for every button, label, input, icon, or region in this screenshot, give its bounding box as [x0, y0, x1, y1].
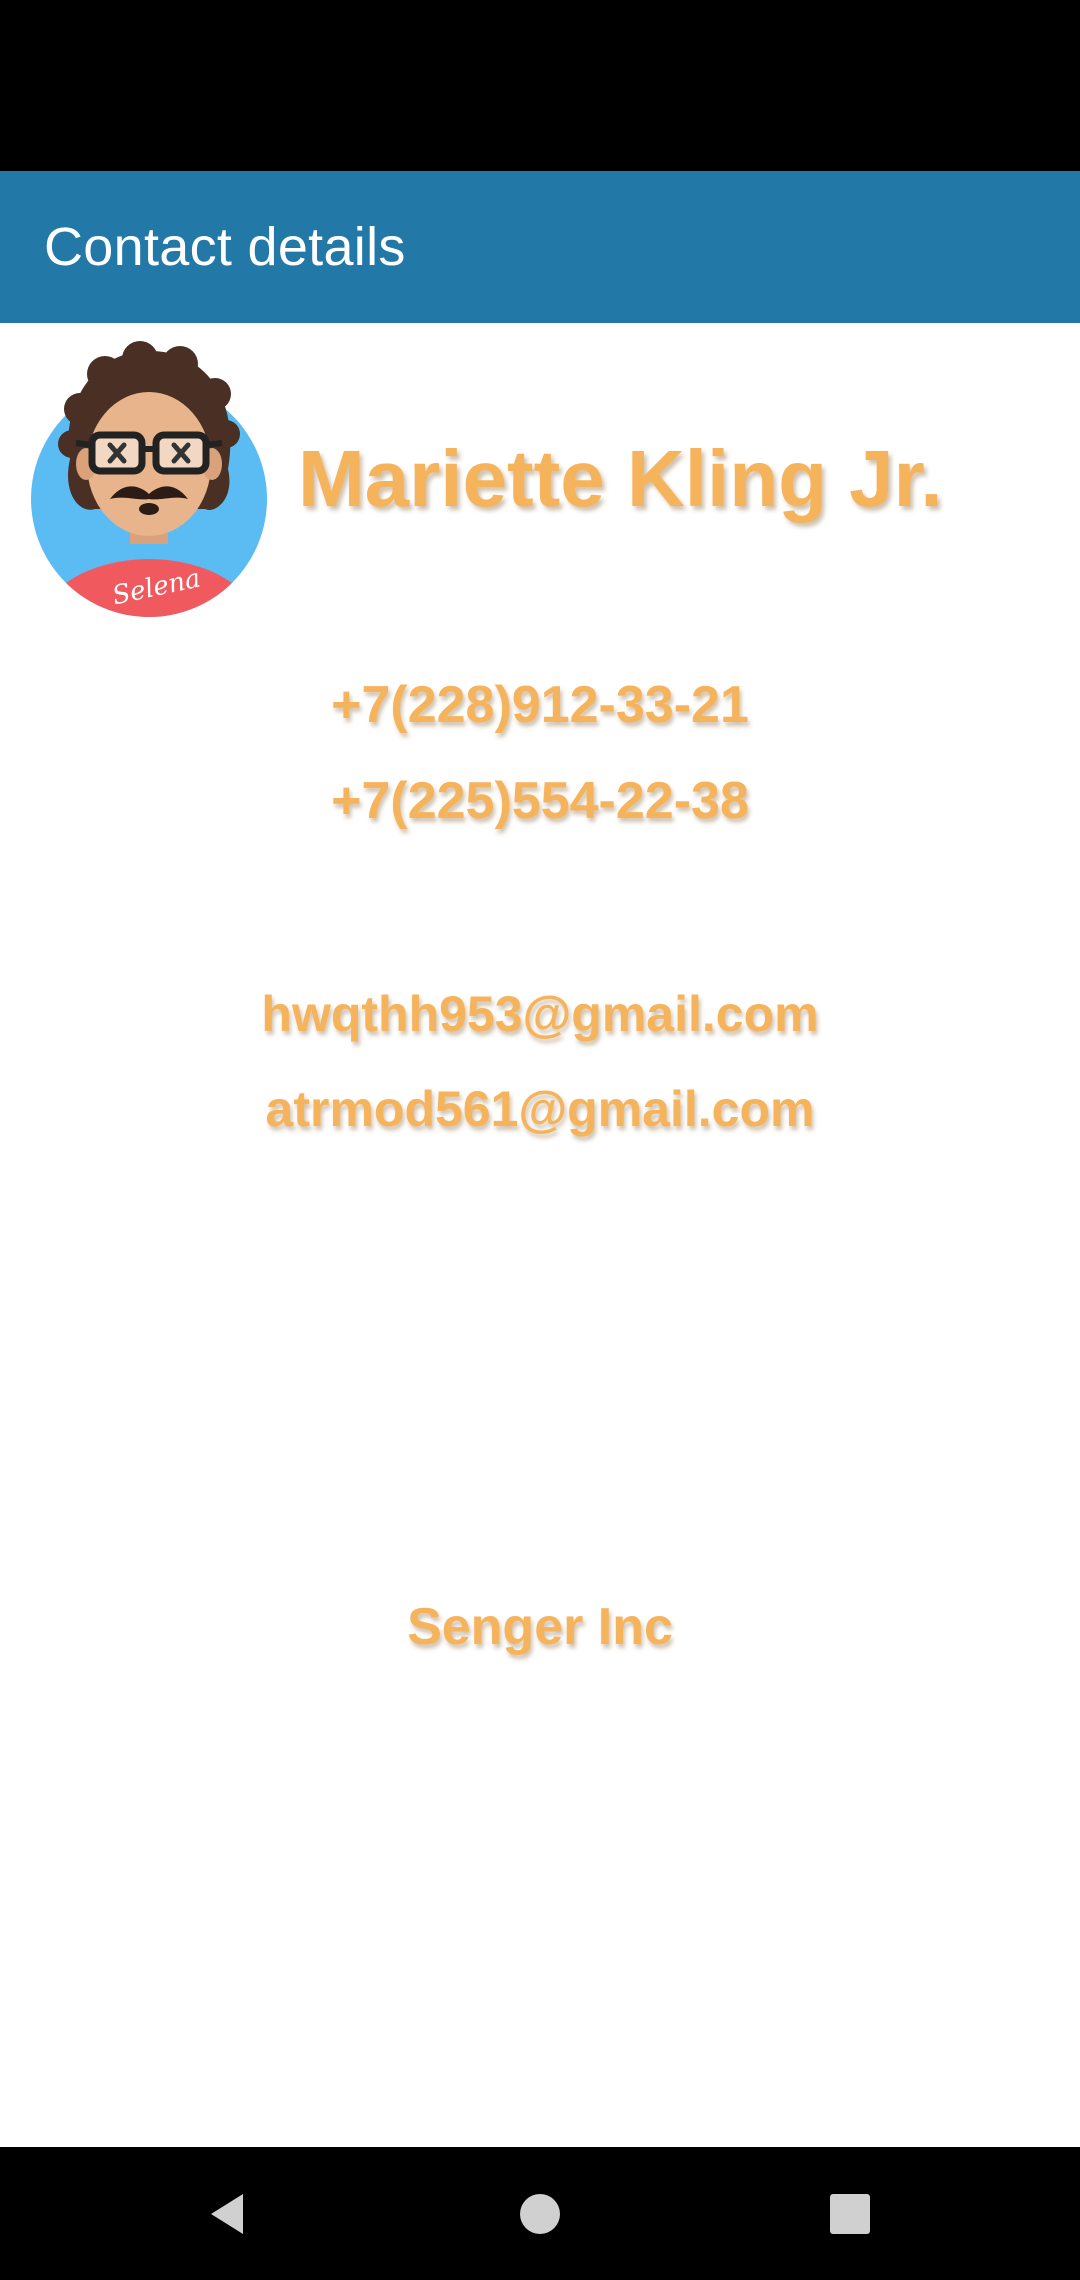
email-primary[interactable]: hwqthh953@gmail.com	[0, 985, 1080, 1043]
recents-square-icon	[830, 2193, 870, 2234]
company-name: Senger Inc	[407, 1598, 673, 1656]
back-button[interactable]	[168, 2147, 288, 2280]
system-nav-bar	[0, 2147, 1080, 2280]
email-secondary[interactable]: atrmod561@gmail.com	[0, 1080, 1080, 1138]
app-bar: Contact details	[0, 171, 1080, 323]
page-title: Contact details	[44, 217, 406, 277]
contact-name: Mariette Kling Jr.	[298, 434, 943, 523]
home-circle-icon	[520, 2193, 560, 2234]
back-triangle-icon	[211, 2193, 243, 2234]
recents-button[interactable]	[790, 2147, 910, 2280]
phone-number-primary[interactable]: +7(228)912-33-21	[0, 675, 1080, 735]
contact-details-content: Selena Mariette Kling Jr. +7(228)912-33-…	[0, 323, 1080, 2147]
home-button[interactable]	[480, 2147, 600, 2280]
avatar: Selena	[31, 341, 267, 617]
status-bar	[0, 0, 1080, 171]
phone-number-secondary[interactable]: +7(225)554-22-38	[0, 771, 1080, 831]
